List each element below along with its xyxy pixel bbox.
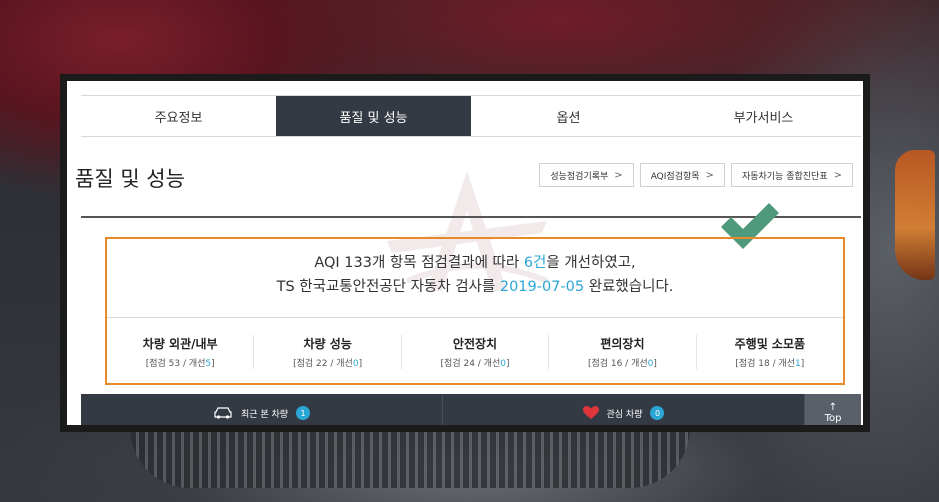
category-count: [점검 18 / 개선1] <box>697 356 843 369</box>
heart-icon <box>582 406 599 419</box>
category-name: 편의장치 <box>600 337 645 351</box>
tab-additional-services[interactable]: 부가서비스 <box>666 96 861 136</box>
chevron-right-icon: > <box>705 169 714 181</box>
category-count: [점검 24 / 개선0] <box>402 356 548 369</box>
category-name: 차량 성능 <box>303 337 352 351</box>
tab-bar: 주요정보 품질 및 성능 옵션 부가서비스 <box>81 95 861 137</box>
recent-count-badge: 1 <box>296 406 311 420</box>
summary-line-1: AQI 133개 항목 점검결과에 따라 6건을 개선하였고, <box>107 251 843 275</box>
scroll-top-button[interactable]: ↑ Top <box>805 394 861 425</box>
favorite-count-badge: 0 <box>650 406 665 420</box>
summary-text: AQI 133개 항목 점검결과에 따라 6건을 개선하였고, TS 한국교통안… <box>107 251 843 299</box>
category-performance[interactable]: 차량 성능 [점검 22 / 개선0] <box>253 335 400 369</box>
top-label: Top <box>824 413 842 424</box>
summary-line1-post: 을 개선하였고, <box>546 255 636 271</box>
summary-line1-pre: AQI 133개 항목 점검결과에 따라 <box>314 255 524 271</box>
summary-divider <box>107 317 843 318</box>
tab-quality-performance[interactable]: 품질 및 성능 <box>276 96 471 136</box>
count-post: ] <box>653 359 657 369</box>
category-count: [점검 16 / 개선0] <box>549 356 695 369</box>
category-name: 차량 외관/내부 <box>142 337 218 351</box>
category-count: [점검 53 / 개선5] <box>107 356 253 369</box>
section-links: 성능점검기록부 > AQI점검항목 > 자동차기능 종합진단표 > <box>539 163 853 187</box>
category-exterior-interior[interactable]: 차량 외관/내부 [점검 53 / 개선5] <box>107 335 253 369</box>
content-panel: 주요정보 품질 및 성능 옵션 부가서비스 품질 및 성능 성능점검기록부 > … <box>67 81 863 425</box>
section-title: 품질 및 성능 <box>75 167 185 191</box>
performance-record-label: 성능점검기록부 <box>550 171 609 182</box>
category-count: [점검 22 / 개선0] <box>254 356 400 369</box>
count-post: ] <box>800 359 805 369</box>
chevron-right-icon: > <box>833 169 842 181</box>
count-pre: [점검 22 / 개선 <box>293 359 353 369</box>
aqi-items-button[interactable]: AQI점검항목 > <box>639 163 725 187</box>
category-safety[interactable]: 안전장치 [점검 24 / 개선0] <box>400 335 548 369</box>
count-post: ] <box>358 359 363 369</box>
favorite-vehicles-button[interactable]: 관심 차량 0 <box>443 394 805 425</box>
car-headlamp <box>895 150 935 280</box>
tab-main-info[interactable]: 주요정보 <box>81 96 276 136</box>
category-name: 안전장치 <box>452 337 498 351</box>
improved-count: 6건 <box>523 255 547 271</box>
diagnosis-sheet-button[interactable]: 자동차기능 종합진단표 > <box>730 163 853 187</box>
count-pre: [점검 18 / 개선 <box>735 359 796 369</box>
car-icon <box>214 407 232 419</box>
count-pre: [점검 24 / 개선 <box>440 359 501 369</box>
arrow-up-icon: ↑ <box>828 402 838 413</box>
aqi-items-label: AQI점검항목 <box>650 171 700 182</box>
category-name: 주행및 소모품 <box>734 337 806 351</box>
recent-vehicles-label: 최근 본 차량 <box>240 409 289 420</box>
count-post: ] <box>505 359 510 369</box>
summary-line2-post: 완료했습니다. <box>584 279 674 295</box>
category-driving-consumables[interactable]: 주행및 소모품 [점검 18 / 개선1] <box>695 335 843 369</box>
inspection-date: 2019-07-05 <box>499 279 585 295</box>
count-pre: [점검 16 / 개선 <box>587 359 648 369</box>
summary-line-2: TS 한국교통안전공단 자동차 검사를 2019-07-05 완료했습니다. <box>107 275 843 299</box>
category-convenience[interactable]: 편의장치 [점검 16 / 개선0] <box>548 335 695 369</box>
screenshot-frame: 주요정보 품질 및 성능 옵션 부가서비스 품질 및 성능 성능점검기록부 > … <box>60 74 870 432</box>
chevron-right-icon: > <box>614 169 623 181</box>
diagnosis-sheet-label: 자동차기능 종합진단표 <box>741 171 828 182</box>
performance-record-button[interactable]: 성능점검기록부 > <box>539 163 634 187</box>
favorite-vehicles-label: 관심 차량 <box>606 409 643 420</box>
count-pre: [점검 53 / 개선 <box>145 359 206 369</box>
car-grille <box>130 428 690 488</box>
count-post: ] <box>211 359 215 369</box>
recent-vehicles-button[interactable]: 최근 본 차량 1 <box>81 394 443 425</box>
bottom-bar: 최근 본 차량 1 관심 차량 0 ↑ Top <box>81 394 861 425</box>
summary-line2-pre: TS 한국교통안전공단 자동차 검사를 <box>276 279 500 295</box>
inspection-summary-box: AQI 133개 항목 점검결과에 따라 6건을 개선하였고, TS 한국교통안… <box>105 237 845 385</box>
category-list: 차량 외관/내부 [점검 53 / 개선5] 차량 성능 [점검 22 / 개선… <box>107 335 843 369</box>
tab-options[interactable]: 옵션 <box>471 96 666 136</box>
